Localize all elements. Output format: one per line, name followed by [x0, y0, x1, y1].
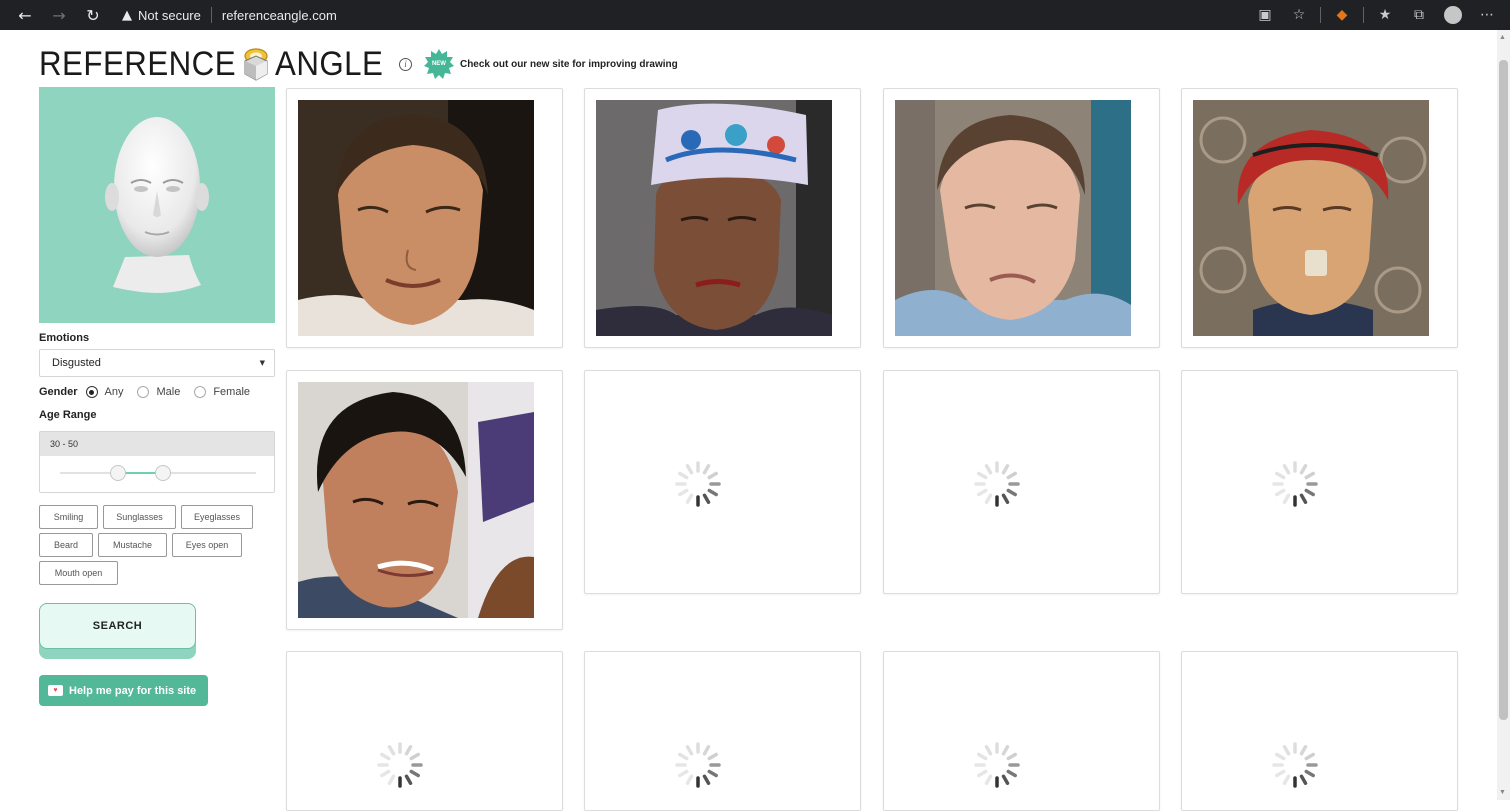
- tag-eyes-open[interactable]: Eyes open: [172, 533, 242, 557]
- age-range-slider: 30 - 50: [39, 431, 275, 493]
- loading-spinner-icon: [1272, 461, 1318, 507]
- result-card-loading: [1181, 651, 1458, 811]
- logo-cube-icon[interactable]: [241, 47, 271, 81]
- qr-code-icon[interactable]: ▣: [1252, 2, 1278, 28]
- gender-label: Gender: [39, 386, 78, 398]
- forward-arrow-icon[interactable]: →: [42, 1, 76, 29]
- result-card[interactable]: [883, 88, 1160, 348]
- heart-cup-icon: ♥: [48, 685, 63, 696]
- reload-icon[interactable]: ↻: [76, 1, 110, 29]
- result-card[interactable]: [286, 370, 563, 630]
- info-icon[interactable]: i: [398, 57, 412, 71]
- radio-male[interactable]: [137, 386, 150, 398]
- new-badge-label: NEW: [431, 61, 446, 67]
- more-menu-icon[interactable]: ⋯: [1474, 2, 1500, 28]
- loading-spinner-icon: [675, 461, 721, 507]
- favorites-icon[interactable]: ★: [1372, 2, 1398, 28]
- result-card-loading: [286, 651, 563, 811]
- gender-option-label: Male: [156, 386, 181, 398]
- emotions-label: Emotions: [39, 332, 90, 344]
- back-arrow-icon[interactable]: ←: [8, 1, 42, 29]
- chevron-down-icon: ▼: [259, 359, 265, 367]
- emotions-select-value: Disgusted: [52, 357, 101, 369]
- avatar: [1444, 6, 1462, 24]
- site-header: REFERENCE ANGLE i NEW Check out our new …: [39, 44, 678, 84]
- warning-icon[interactable]: ▲: [122, 8, 132, 23]
- result-card[interactable]: [584, 88, 861, 348]
- profile-avatar[interactable]: [1440, 2, 1466, 28]
- search-button[interactable]: SEARCH: [39, 603, 196, 659]
- radio-any[interactable]: [85, 386, 98, 398]
- gender-option-label: Any: [104, 386, 124, 398]
- add-favorite-icon[interactable]: ☆: [1286, 2, 1312, 28]
- scroll-up-icon[interactable]: ▲: [1499, 34, 1506, 41]
- result-card-loading: [1181, 370, 1458, 594]
- tag-sunglasses[interactable]: Sunglasses: [103, 505, 176, 529]
- browser-toolbar: ← → ↻ ▲ Not secure referenceangle.com ▣ …: [0, 0, 1510, 30]
- tag-beard[interactable]: Beard: [39, 533, 93, 557]
- gender-option-male[interactable]: Male: [137, 386, 180, 398]
- radio-female[interactable]: [194, 386, 207, 398]
- browser-nav: ← → ↻: [8, 1, 110, 29]
- face-photo[interactable]: [298, 382, 534, 618]
- page-scrollbar[interactable]: ▲ ▼: [1497, 30, 1510, 800]
- new-badge[interactable]: NEW: [423, 49, 454, 79]
- scroll-down-icon[interactable]: ▼: [1499, 789, 1506, 796]
- tag-smiling[interactable]: Smiling: [39, 505, 98, 529]
- loading-spinner-icon: [974, 742, 1020, 788]
- metamask-extension-icon[interactable]: ◆: [1329, 2, 1355, 28]
- filter-panel: Emotions Disgusted ▼ Gender Any Male Fem…: [39, 87, 275, 706]
- browser-actions: ▣ ☆ ◆ ★ ⧉ ⋯: [1252, 0, 1500, 30]
- promo-link[interactable]: Check out our new site for improving dra…: [460, 59, 678, 70]
- loading-spinner-icon: [1272, 742, 1318, 788]
- gender-option-female[interactable]: Female: [194, 386, 250, 398]
- gender-option-label: Female: [213, 386, 251, 398]
- result-card-loading: [584, 651, 861, 811]
- address-divider: [210, 7, 212, 23]
- attribute-tags: Smiling Sunglasses Eyeglasses Beard Must…: [39, 505, 275, 589]
- tag-mustache[interactable]: Mustache: [98, 533, 167, 557]
- scrollbar-thumb[interactable]: [1499, 60, 1508, 720]
- collections-icon[interactable]: ⧉: [1406, 2, 1432, 28]
- result-card-loading: [883, 651, 1160, 811]
- toolbar-divider: [1320, 7, 1321, 23]
- address-bar[interactable]: ▲ Not secure referenceangle.com: [122, 7, 337, 23]
- logo-text-left[interactable]: REFERENCE: [39, 45, 236, 84]
- tag-mouth-open[interactable]: Mouth open: [39, 561, 118, 585]
- face-photo[interactable]: [298, 100, 534, 336]
- result-card-loading: [584, 370, 861, 594]
- slider-handle-min[interactable]: [110, 465, 126, 481]
- search-button-label: SEARCH: [39, 603, 196, 649]
- support-button-label: Help me pay for this site: [69, 684, 197, 697]
- gender-group: Gender Any Male Female: [39, 386, 275, 398]
- support-button[interactable]: ♥ Help me pay for this site: [39, 675, 208, 706]
- face-photo[interactable]: [895, 100, 1131, 336]
- toolbar-divider: [1363, 7, 1364, 23]
- url-text[interactable]: referenceangle.com: [222, 8, 337, 23]
- face-photo[interactable]: [596, 100, 832, 336]
- result-card[interactable]: [1181, 88, 1458, 348]
- result-card-loading: [883, 370, 1160, 594]
- face-photo[interactable]: [1193, 100, 1429, 336]
- head-model-illustration: [105, 117, 209, 293]
- age-range-label: Age Range: [39, 409, 97, 421]
- logo-text-right[interactable]: ANGLE: [275, 45, 383, 84]
- age-range-value: 30 - 50: [40, 432, 274, 456]
- loading-spinner-icon: [675, 742, 721, 788]
- loading-spinner-icon: [377, 742, 423, 788]
- gender-option-any[interactable]: Any: [85, 386, 124, 398]
- result-card[interactable]: [286, 88, 563, 348]
- head-3d-viewer[interactable]: [39, 87, 275, 323]
- security-label[interactable]: Not secure: [138, 8, 201, 23]
- emotions-select[interactable]: Disgusted ▼: [39, 349, 275, 377]
- slider-handle-max[interactable]: [155, 465, 171, 481]
- tag-eyeglasses[interactable]: Eyeglasses: [181, 505, 253, 529]
- loading-spinner-icon: [974, 461, 1020, 507]
